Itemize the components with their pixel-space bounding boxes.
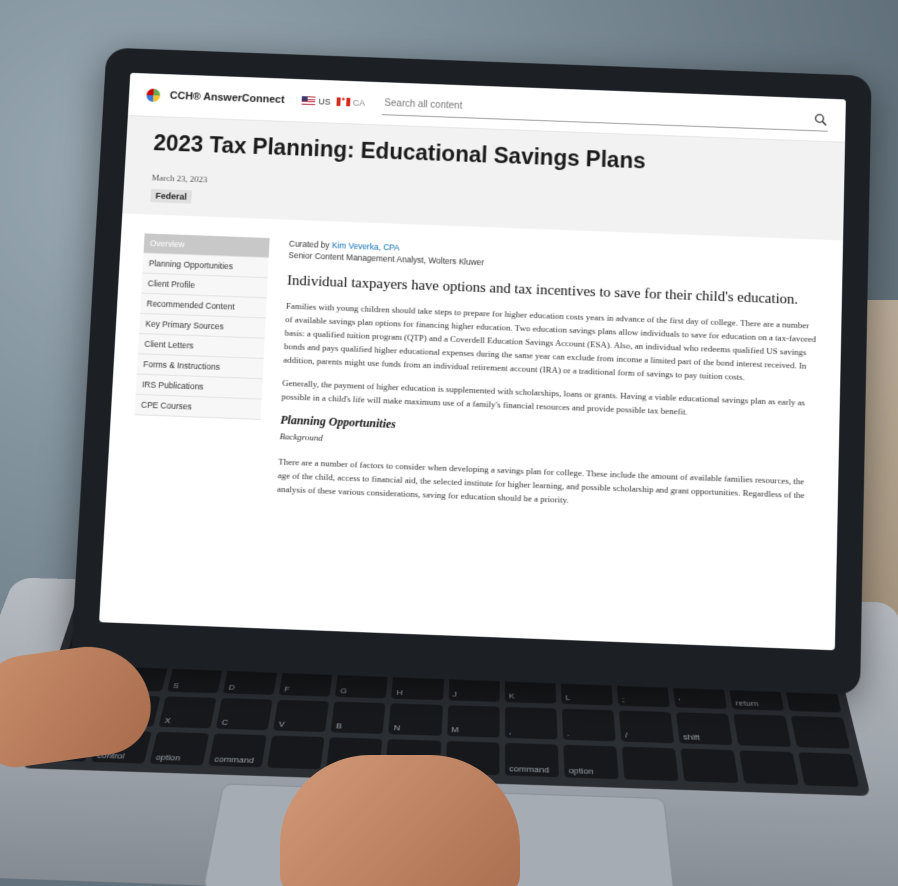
keyboard-key[interactable]: command xyxy=(504,743,559,778)
keyboard-key[interactable]: / xyxy=(618,710,674,744)
keyboard-key[interactable] xyxy=(739,750,799,785)
keyboard-key[interactable] xyxy=(798,752,860,787)
article-paragraph: Families with young children should take… xyxy=(283,300,817,382)
keyboard-key[interactable]: N xyxy=(388,703,443,736)
laptop-lid: CCH® AnswerConnect US CA 2023 Tax P xyxy=(70,47,872,696)
laptop-screen: CCH® AnswerConnect US CA 2023 Tax P xyxy=(99,72,846,651)
keyboard-key[interactable]: option xyxy=(149,731,210,766)
locale-ca-button[interactable]: CA xyxy=(336,97,365,107)
author-link[interactable]: Kim Veverka, CPA xyxy=(332,240,400,252)
keyboard-key[interactable]: M xyxy=(446,705,500,738)
keyboard-key[interactable]: , xyxy=(504,707,558,740)
document-body: Overview Planning Opportunities Client P… xyxy=(105,213,843,546)
keyboard-key[interactable]: B xyxy=(330,701,386,735)
keyboard-key[interactable]: X xyxy=(158,696,217,729)
cch-logo-icon xyxy=(146,87,161,102)
section-nav: Overview Planning Opportunities Client P… xyxy=(130,233,270,504)
keyboard-key[interactable]: C xyxy=(215,698,273,731)
us-flag-icon xyxy=(301,96,316,106)
keyboard-key[interactable] xyxy=(680,748,739,784)
curated-prefix: Curated by xyxy=(288,238,330,250)
search-input[interactable] xyxy=(382,96,813,126)
document-date: March 23, 2023 xyxy=(151,172,208,185)
page-title: 2023 Tax Planning: Educational Savings P… xyxy=(152,130,646,174)
locale-us-button[interactable]: US xyxy=(301,96,331,107)
keyboard-key[interactable]: command xyxy=(208,733,268,768)
search-icon[interactable] xyxy=(812,111,828,127)
keyboard-key[interactable] xyxy=(790,716,851,749)
brand-name: CCH® AnswerConnect xyxy=(169,89,285,106)
search-bar xyxy=(382,91,829,132)
jurisdiction-badge: Federal xyxy=(150,188,192,204)
keyboard-key[interactable] xyxy=(267,735,325,770)
keyboard-key[interactable]: shift xyxy=(675,712,733,746)
keyboard-key[interactable] xyxy=(733,714,792,748)
keyboard-key[interactable]: . xyxy=(561,709,616,742)
locale-us-label: US xyxy=(318,96,331,107)
locale-ca-label: CA xyxy=(352,97,366,108)
keyboard-key[interactable] xyxy=(621,746,679,782)
photo-backdrop: esc1234567890-=deletetabQWERTYUIOP[]\cap… xyxy=(0,0,898,886)
keyboard-key[interactable]: V xyxy=(273,700,330,733)
keyboard-key[interactable]: option xyxy=(562,744,619,780)
article: Curated by Kim Veverka, CPA Senior Conte… xyxy=(276,239,819,526)
nav-item-cpe-courses[interactable]: CPE Courses xyxy=(134,394,262,420)
canada-flag-icon xyxy=(336,97,351,107)
right-hand xyxy=(280,755,520,886)
section-paragraph: There are a number of factors to conside… xyxy=(276,456,805,505)
